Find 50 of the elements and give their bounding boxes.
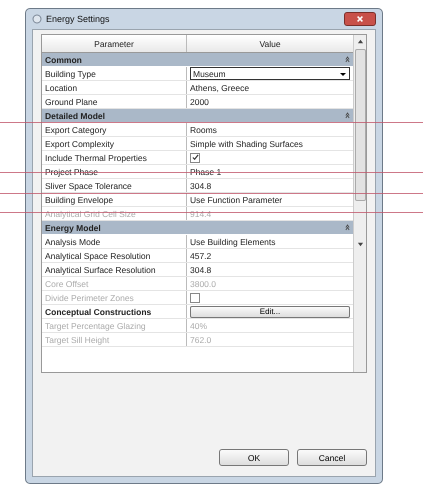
value-text: 2000 — [190, 96, 209, 106]
parameter-cell: Include Thermal Properties — [42, 151, 187, 164]
parameter-cell: Divide Perimeter Zones — [42, 291, 187, 304]
value-text: 304.8 — [190, 180, 212, 190]
column-header[interactable]: Parameter — [42, 35, 187, 52]
column-header[interactable]: Value — [187, 35, 353, 52]
ok-button[interactable]: OK — [219, 449, 289, 466]
close-icon — [356, 15, 364, 23]
dropdown-field[interactable]: Museum — [190, 67, 350, 80]
value-text: Athens, Greece — [190, 82, 250, 92]
value-text: 457.2 — [190, 250, 212, 260]
parameter-cell: Ground Plane — [42, 95, 187, 108]
section-header[interactable]: Detailed Model — [42, 109, 353, 122]
scrollbar[interactable] — [353, 35, 366, 372]
value-text: Use Building Elements — [190, 236, 276, 246]
parameter-cell: Analytical Space Resolution — [42, 249, 187, 262]
window-title: Energy Settings — [46, 14, 110, 24]
cancel-button[interactable]: Cancel — [297, 449, 367, 466]
collapse-icon[interactable] — [345, 56, 350, 63]
checkbox[interactable] — [190, 152, 200, 162]
collapse-icon[interactable] — [345, 112, 350, 119]
collapse-icon[interactable] — [345, 224, 350, 231]
edit-button[interactable]: Edit... — [190, 306, 350, 318]
parameter-cell: Target Sill Height — [42, 333, 187, 346]
value-text: 3800.0 — [190, 278, 216, 288]
parameter-cell: Conceptual Constructions — [42, 305, 187, 318]
app-icon — [32, 14, 42, 24]
parameter-cell: Target Percentage Glazing — [42, 319, 187, 332]
section-header[interactable]: Common — [42, 53, 353, 66]
value-text: 304.8 — [190, 264, 212, 274]
parameter-cell: Location — [42, 81, 187, 94]
scroll-down-icon[interactable] — [356, 241, 364, 248]
section-label: Energy Model — [45, 222, 101, 232]
value-text: 40% — [190, 320, 208, 330]
close-button[interactable] — [344, 12, 376, 26]
parameter-cell: Sliver Space Tolerance — [42, 179, 187, 192]
scroll-up-icon[interactable] — [356, 38, 364, 45]
parameter-cell: Core Offset — [42, 277, 187, 290]
parameter-cell: Analysis Mode — [42, 235, 187, 248]
parameter-cell: Analytical Surface Resolution — [42, 263, 187, 276]
value-text: Rooms — [190, 124, 217, 134]
value-text: 762.0 — [190, 334, 212, 344]
parameter-cell: Building Type — [42, 67, 187, 80]
section-header[interactable]: Energy Model — [42, 221, 353, 234]
value-text: Use Function Parameter — [190, 194, 282, 204]
value-text: Simple with Shading Surfaces — [190, 138, 303, 148]
scroll-thumb[interactable] — [354, 49, 366, 201]
parameter-cell: Export Complexity — [42, 137, 187, 150]
section-label: Common — [45, 54, 82, 64]
section-label: Detailed Model — [45, 110, 105, 120]
